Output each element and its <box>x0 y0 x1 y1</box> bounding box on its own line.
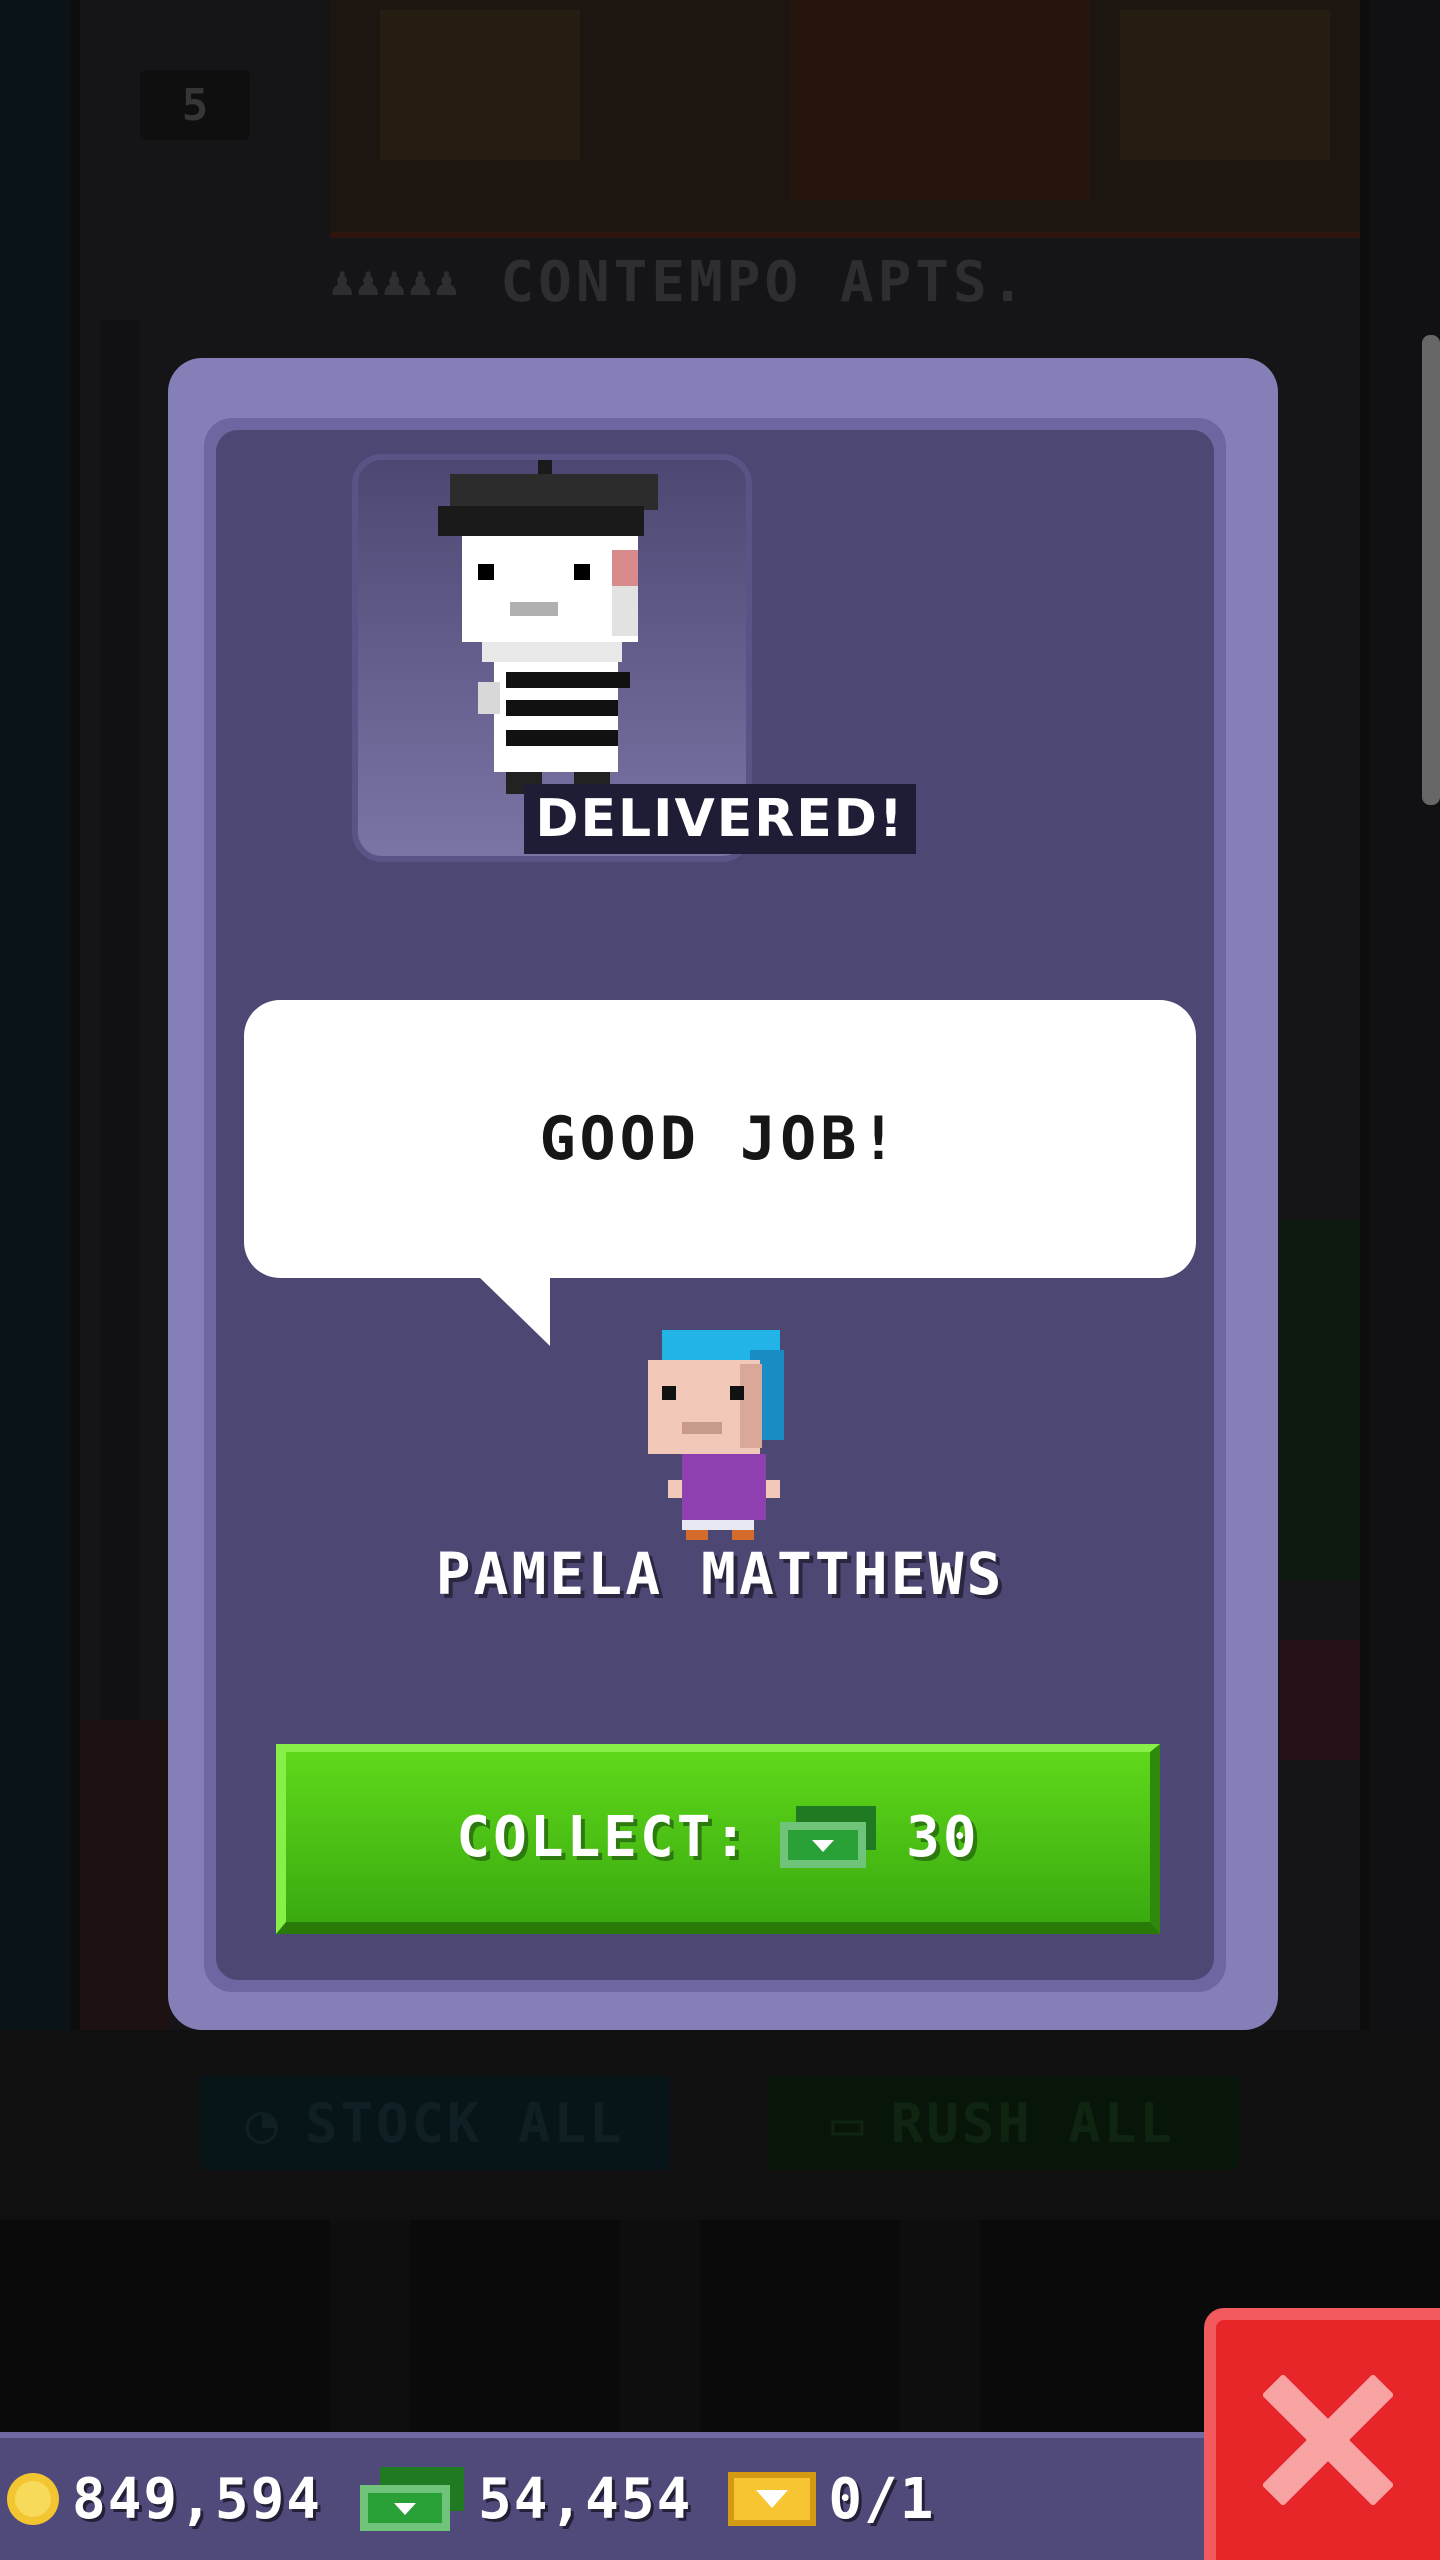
coins-value: 849,594 <box>72 2466 323 2532</box>
golden-ticket-icon <box>728 2472 817 2526</box>
collect-amount: 30 <box>906 1804 980 1870</box>
close-icon <box>1263 2375 1393 2505</box>
collect-button[interactable]: COLLECT: 30 <box>276 1744 1160 1934</box>
resource-bar: 849,594 54,454 0/1 <box>0 2432 1210 2560</box>
bux-counter: 54,454 <box>356 2465 692 2533</box>
bitizen-name: PAMELA MATTHEWS <box>435 1540 1005 1608</box>
bitizen-avatar <box>640 1330 800 1540</box>
collect-label: COLLECT: <box>456 1804 751 1870</box>
tickets-value: 0/1 <box>828 2466 936 2532</box>
bitizen-character-icon <box>648 1330 784 1540</box>
speech-text: GOOD JOB! <box>539 1104 901 1174</box>
tickets-counter: 0/1 <box>726 2467 935 2532</box>
coins-counter: 849,594 <box>4 2467 322 2532</box>
speech-bubble: GOOD JOB! <box>244 1000 1196 1278</box>
bux-icon <box>360 2467 465 2531</box>
delivered-banner: DELIVERED! <box>524 784 916 854</box>
bux-value: 54,454 <box>478 2466 693 2532</box>
coin-icon <box>7 2473 59 2525</box>
bux-icon <box>780 1806 877 1868</box>
speech-bubble-tail <box>478 1276 550 1346</box>
close-button[interactable] <box>1204 2308 1440 2560</box>
